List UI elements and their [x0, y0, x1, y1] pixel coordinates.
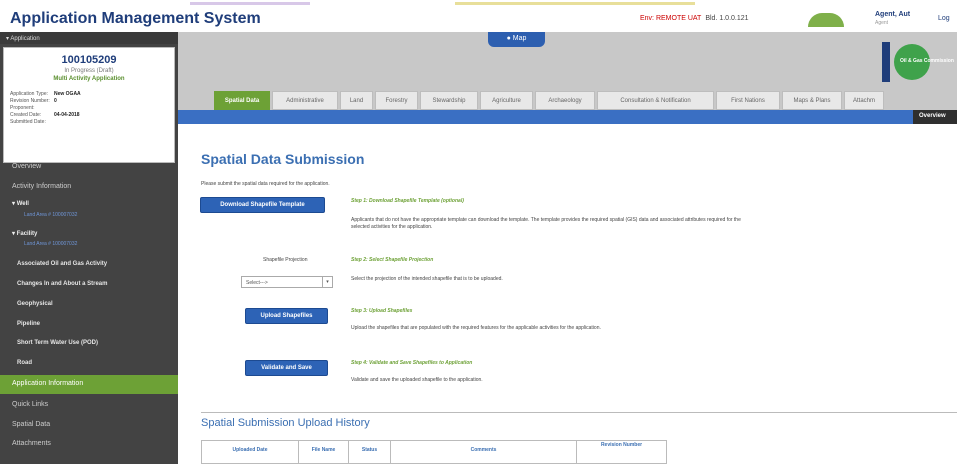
sidebar-item-associated-activity[interactable]: Associated Oil and Gas Activity [0, 261, 178, 267]
sidebar-link-facility-land-area[interactable]: Land Area # 100007032 [0, 241, 178, 247]
tab-land[interactable]: Land [340, 91, 373, 110]
detail-value: 04-04-2018 [54, 112, 80, 118]
env-version: Bld. 1.0.0.121 [705, 15, 749, 22]
sidebar-item-quick-links[interactable]: Quick Links [0, 401, 178, 408]
user-name[interactable]: Agent, Aut [875, 11, 910, 18]
detail-row: Created Date: 04-04-2018 [4, 112, 174, 118]
column-header[interactable]: Comments [391, 441, 577, 463]
column-header[interactable]: File Name [299, 441, 349, 463]
app-window: Application Management System Env: REMOT… [0, 0, 957, 464]
app-title: Application Management System [10, 10, 261, 27]
logout-link[interactable]: Log [938, 15, 950, 22]
map-button[interactable]: ● Map [488, 32, 545, 47]
step1-title: Step 1: Download Shapefile Template (opt… [351, 198, 464, 204]
detail-row: Application Type: New OGAA [4, 91, 174, 97]
step3-title: Step 3: Upload Shapefiles [351, 308, 413, 314]
detail-key: Revision Number: [10, 98, 50, 104]
tab-consultation[interactable]: Consultation & Notification [597, 91, 714, 110]
intro-text: Please submit the spatial data required … [201, 181, 330, 187]
chevron-down-icon[interactable]: ▾ [322, 277, 332, 287]
detail-key: Submitted Date: [10, 119, 46, 125]
map-label[interactable]: Map [513, 35, 527, 42]
sidebar-item-attachments[interactable]: Attachments [0, 440, 178, 447]
select-value[interactable]: Select---> [246, 280, 268, 286]
header-decoration [190, 2, 310, 5]
sidebar-group-facility[interactable]: ▾ Facility [12, 230, 37, 237]
tab-forestry[interactable]: Forestry [375, 91, 418, 110]
page-title: Spatial Data Submission [201, 151, 365, 167]
sidebar-item-road[interactable]: Road [0, 360, 178, 366]
sidebar-item-pipeline[interactable]: Pipeline [0, 321, 178, 327]
column-header[interactable]: Status [349, 441, 391, 463]
step1-description: Applicants that do not have the appropri… [351, 217, 741, 230]
tab-maps-plans[interactable]: Maps & Plans [782, 91, 842, 110]
section-divider [201, 412, 957, 413]
globe-icon: ● [506, 35, 511, 42]
sidebar-group-well[interactable]: ▾ Well [12, 200, 29, 207]
sidebar-item-water-use[interactable]: Short Term Water Use (POD) [0, 340, 178, 346]
detail-key: Proponent: [10, 105, 35, 111]
projection-label: Shapefile Projection [263, 257, 308, 263]
history-title: Spatial Submission Upload History [201, 417, 370, 429]
application-status: In Progress (Draft) [64, 68, 114, 74]
commission-logo: Oil & Gas Commission [882, 42, 957, 82]
sidebar-item-spatial-data[interactable]: Spatial Data [0, 421, 178, 428]
validate-save-button[interactable]: Validate and Save [245, 360, 328, 376]
sidebar-item-geophysical[interactable]: Geophysical [0, 301, 178, 307]
history-table-header: Uploaded Date File Name Status Comments … [201, 440, 667, 464]
sidebar-item-application-information[interactable]: Application Information [0, 375, 178, 394]
env-name: Env: REMOTE UAT [640, 15, 702, 22]
overview-button[interactable]: Overview [913, 110, 957, 124]
detail-key: Created Date: [10, 112, 42, 118]
tab-agriculture[interactable]: Agriculture [480, 91, 533, 110]
detail-row: Revision Number: 0 [4, 98, 174, 104]
sidebar-item-stream-changes[interactable]: Changes In and About a Stream [0, 281, 178, 287]
group-label[interactable]: Well [17, 201, 29, 207]
sidebar-item-overview[interactable]: Overview [0, 163, 178, 170]
group-label[interactable]: Facility [17, 231, 38, 237]
tab-attachments[interactable]: Attachm [844, 91, 884, 110]
detail-row: Submitted Date: [4, 119, 174, 125]
logo-bracket [882, 42, 890, 82]
tab-stewardship[interactable]: Stewardship [420, 91, 478, 110]
detail-value: New OGAA [54, 91, 81, 97]
step2-title: Step 2: Select Shapefile Projection [351, 257, 434, 263]
column-header[interactable]: Revision Number [577, 441, 666, 463]
projection-select[interactable]: Select---> ▾ [241, 276, 333, 288]
sidebar-link-well-land-area[interactable]: Land Area # 100007032 [0, 212, 178, 218]
header-decoration [455, 2, 695, 5]
tab-spatial-data[interactable]: Spatial Data [214, 91, 270, 110]
user-info[interactable]: Agent, Aut Agent [875, 11, 910, 27]
tab-archaeology[interactable]: Archaeology [535, 91, 595, 110]
tab-bar: Spatial Data Administrative Land Forestr… [214, 91, 886, 110]
upload-shapefiles-button[interactable]: Upload Shapefiles [245, 308, 328, 324]
sidebar: ▾ Application 100105209 In Progress (Dra… [0, 32, 178, 464]
application-number: 100105209 [61, 54, 117, 66]
environment-label: Env: REMOTE UAT Bld. 1.0.0.121 [640, 15, 749, 22]
section-label: Application [10, 36, 40, 42]
tab-first-nations[interactable]: First Nations [716, 91, 780, 110]
brand-hill-icon [808, 13, 844, 27]
detail-value: 0 [54, 98, 57, 104]
step4-description: Validate and save the uploaded shapefile… [351, 377, 483, 383]
tab-strip [178, 110, 957, 124]
application-summary-card: 100105209 In Progress (Draft) Multi Acti… [3, 47, 175, 163]
sidebar-item-activity-information[interactable]: Activity Information [0, 183, 178, 190]
detail-key: Application Type: [10, 91, 48, 97]
download-template-button[interactable]: Download Shapefile Template [200, 197, 325, 213]
user-role: Agent [875, 20, 889, 26]
step4-title: Step 4: Validate and Save Shapefiles to … [351, 360, 473, 366]
tab-administrative[interactable]: Administrative [272, 91, 338, 110]
logo-text: Oil & Gas Commission [900, 58, 954, 64]
top-header: Application Management System Env: REMOT… [0, 0, 957, 32]
detail-row: Proponent: [4, 105, 174, 111]
step2-description: Select the projection of the intended sh… [351, 276, 503, 282]
sidebar-section-header: ▾ Application [0, 32, 178, 44]
step3-description: Upload the shapefiles that are populated… [351, 325, 601, 331]
column-header[interactable]: Uploaded Date [202, 441, 299, 463]
main-content: Spatial Data Submission Please submit th… [178, 124, 957, 464]
